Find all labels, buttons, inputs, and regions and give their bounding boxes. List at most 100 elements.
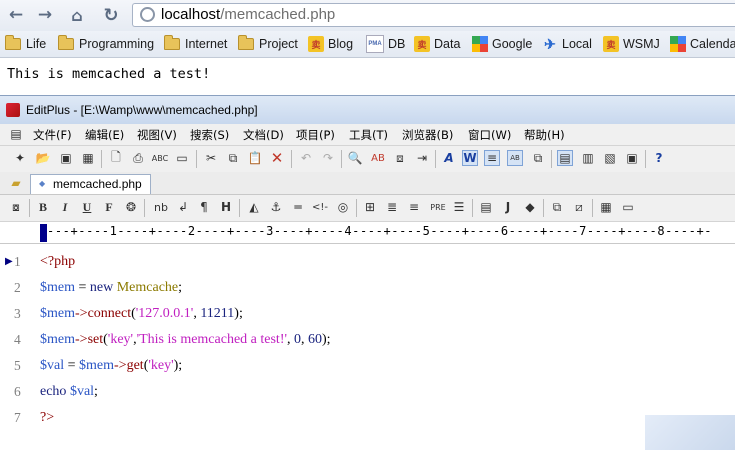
- ruler-icon[interactable]: AB: [507, 150, 523, 166]
- save-icon[interactable]: ▣: [58, 150, 74, 166]
- toolbar-separator: [29, 199, 30, 217]
- bold-icon[interactable]: B: [35, 199, 51, 215]
- menu-window[interactable]: 窗口(W): [468, 127, 511, 143]
- bookmark-wsmj[interactable]: 卖 WSMJ: [603, 35, 660, 53]
- frame-icon[interactable]: ⧉: [549, 199, 565, 215]
- horizontal-rule-icon[interactable]: ═: [290, 199, 306, 215]
- quickview-icon[interactable]: ⧇: [8, 199, 24, 215]
- goto-line-icon[interactable]: ⇥: [414, 150, 430, 166]
- spellcheck-icon[interactable]: ABC: [152, 150, 168, 166]
- javascript-icon[interactable]: J: [500, 199, 516, 215]
- menu-document[interactable]: 文档(D): [243, 127, 284, 143]
- bookmark-internet[interactable]: Internet: [164, 35, 227, 53]
- line-break-icon[interactable]: ↲: [175, 199, 191, 215]
- find-icon[interactable]: 🔍: [347, 150, 363, 166]
- folder-icon: [238, 35, 254, 50]
- directory-window-icon[interactable]: ▤: [557, 150, 573, 166]
- list-icon[interactable]: ☰: [451, 199, 467, 215]
- code-operator: =: [75, 280, 90, 295]
- align-icon[interactable]: ≡: [406, 199, 422, 215]
- comment-icon[interactable]: <!-: [312, 199, 328, 215]
- clipboard-icon[interactable]: ⧉: [530, 150, 546, 166]
- code-arrow: ->: [75, 332, 88, 347]
- anchor-icon[interactable]: ⚓: [268, 199, 284, 215]
- menu-browser[interactable]: 浏览器(B): [402, 127, 453, 143]
- underline-icon[interactable]: U: [79, 199, 95, 215]
- undo-icon[interactable]: ↶: [298, 150, 314, 166]
- line-numbers-icon[interactable]: ≡: [484, 150, 500, 166]
- code-editor[interactable]: ▶ 1 2 3 4 5 6 7 <?php $mem = new Memcach…: [0, 244, 735, 450]
- url-text[interactable]: localhost/memcached.php: [161, 6, 335, 23]
- menu-view[interactable]: 视图(V): [137, 127, 177, 143]
- output-window-icon[interactable]: ▥: [580, 150, 596, 166]
- font-tag-icon[interactable]: F: [101, 199, 117, 215]
- bookmark-programming[interactable]: Programming: [58, 35, 154, 53]
- paragraph-icon[interactable]: ¶: [196, 199, 212, 215]
- copy-icon[interactable]: ⧉: [225, 150, 241, 166]
- address-bar[interactable]: localhost/memcached.php: [132, 3, 735, 27]
- bookmark-db[interactable]: PMA DB: [366, 35, 405, 53]
- save-all-icon[interactable]: ▦: [80, 150, 96, 166]
- tab-memcached-php[interactable]: memcached.php: [30, 174, 151, 194]
- color-picker-icon[interactable]: ▦: [598, 199, 614, 215]
- window-icon[interactable]: ▭: [620, 199, 636, 215]
- print-icon[interactable]: ⎙: [130, 150, 146, 166]
- bookmark-local[interactable]: ✈ Local: [542, 35, 592, 53]
- bookmark-calendar[interactable]: Calendar: [670, 35, 735, 53]
- reload-icon[interactable]: ↻: [100, 4, 122, 26]
- help-icon[interactable]: ?: [651, 150, 667, 166]
- bookmark-project[interactable]: Project: [238, 35, 298, 53]
- italic-icon[interactable]: I: [57, 199, 73, 215]
- replace-icon[interactable]: AB: [370, 150, 386, 166]
- forward-icon[interactable]: →: [34, 4, 56, 26]
- color-icon[interactable]: ❂: [123, 199, 139, 215]
- bookmark-life[interactable]: Life: [5, 35, 46, 53]
- center-icon[interactable]: ≣: [384, 199, 400, 215]
- bookmark-data[interactable]: 卖 Data: [414, 35, 460, 53]
- menu-help[interactable]: 帮助(H): [524, 127, 565, 143]
- code-string: 'key': [107, 332, 134, 347]
- delete-icon[interactable]: ✕: [269, 149, 285, 167]
- menu-edit[interactable]: 编辑(E): [85, 127, 124, 143]
- code-class-name: Memcache: [113, 280, 179, 295]
- paste-icon[interactable]: 📋: [247, 150, 263, 166]
- page-output-text: This is memcached a test!: [7, 66, 211, 82]
- open-folder-icon[interactable]: 📂: [35, 150, 51, 166]
- cut-icon[interactable]: ✂: [203, 150, 219, 166]
- menu-file[interactable]: 文件(F): [33, 127, 72, 143]
- code-line-4: $mem->set('key','This is memcached a tes…: [40, 332, 331, 348]
- page-setup-icon[interactable]: ▭: [174, 150, 190, 166]
- link-icon[interactable]: ◭: [246, 199, 262, 215]
- heading-icon[interactable]: H: [218, 199, 234, 215]
- form-icon[interactable]: ▤: [478, 199, 494, 215]
- bookmark-google[interactable]: Google: [472, 35, 532, 53]
- toggle-tag-icon[interactable]: ⧄: [571, 199, 587, 215]
- find-in-files-icon[interactable]: ⧈: [392, 150, 408, 166]
- bookmark-blog[interactable]: 卖 Blog: [308, 35, 353, 53]
- menu-project[interactable]: 项目(P): [296, 127, 335, 143]
- redo-icon[interactable]: ↷: [320, 150, 336, 166]
- word-wrap-icon[interactable]: W: [462, 150, 478, 166]
- back-icon[interactable]: ←: [5, 4, 27, 26]
- active-x-icon[interactable]: ◆: [522, 199, 538, 215]
- fullscreen-icon[interactable]: ▣: [624, 150, 640, 166]
- menu-search[interactable]: 搜索(S): [190, 127, 229, 143]
- code-variable: $val: [69, 384, 95, 399]
- line-number: 3: [14, 306, 21, 321]
- pre-icon[interactable]: PRE: [428, 199, 448, 215]
- menu-tools[interactable]: 工具(T): [349, 127, 388, 143]
- cliptext-window-icon[interactable]: ▧: [602, 150, 618, 166]
- globe-icon: [140, 7, 155, 22]
- print-preview-icon[interactable]: 🗋: [108, 150, 124, 166]
- image-icon[interactable]: ◎: [335, 199, 351, 215]
- code-variable: $mem: [40, 332, 75, 347]
- home-icon[interactable]: ⌂: [66, 4, 88, 26]
- title-bar[interactable]: EditPlus - [E:\Wamp\www\memcached.php]: [0, 96, 735, 124]
- table-icon[interactable]: ⊞: [362, 199, 378, 215]
- toolbar-separator: [472, 199, 473, 217]
- font-icon[interactable]: A: [441, 150, 457, 166]
- nbsp-icon[interactable]: nb: [151, 199, 171, 215]
- new-file-icon[interactable]: ✦: [12, 150, 28, 166]
- folder-icon[interactable]: ▰: [8, 175, 24, 191]
- code-line-7: ?>: [40, 410, 54, 426]
